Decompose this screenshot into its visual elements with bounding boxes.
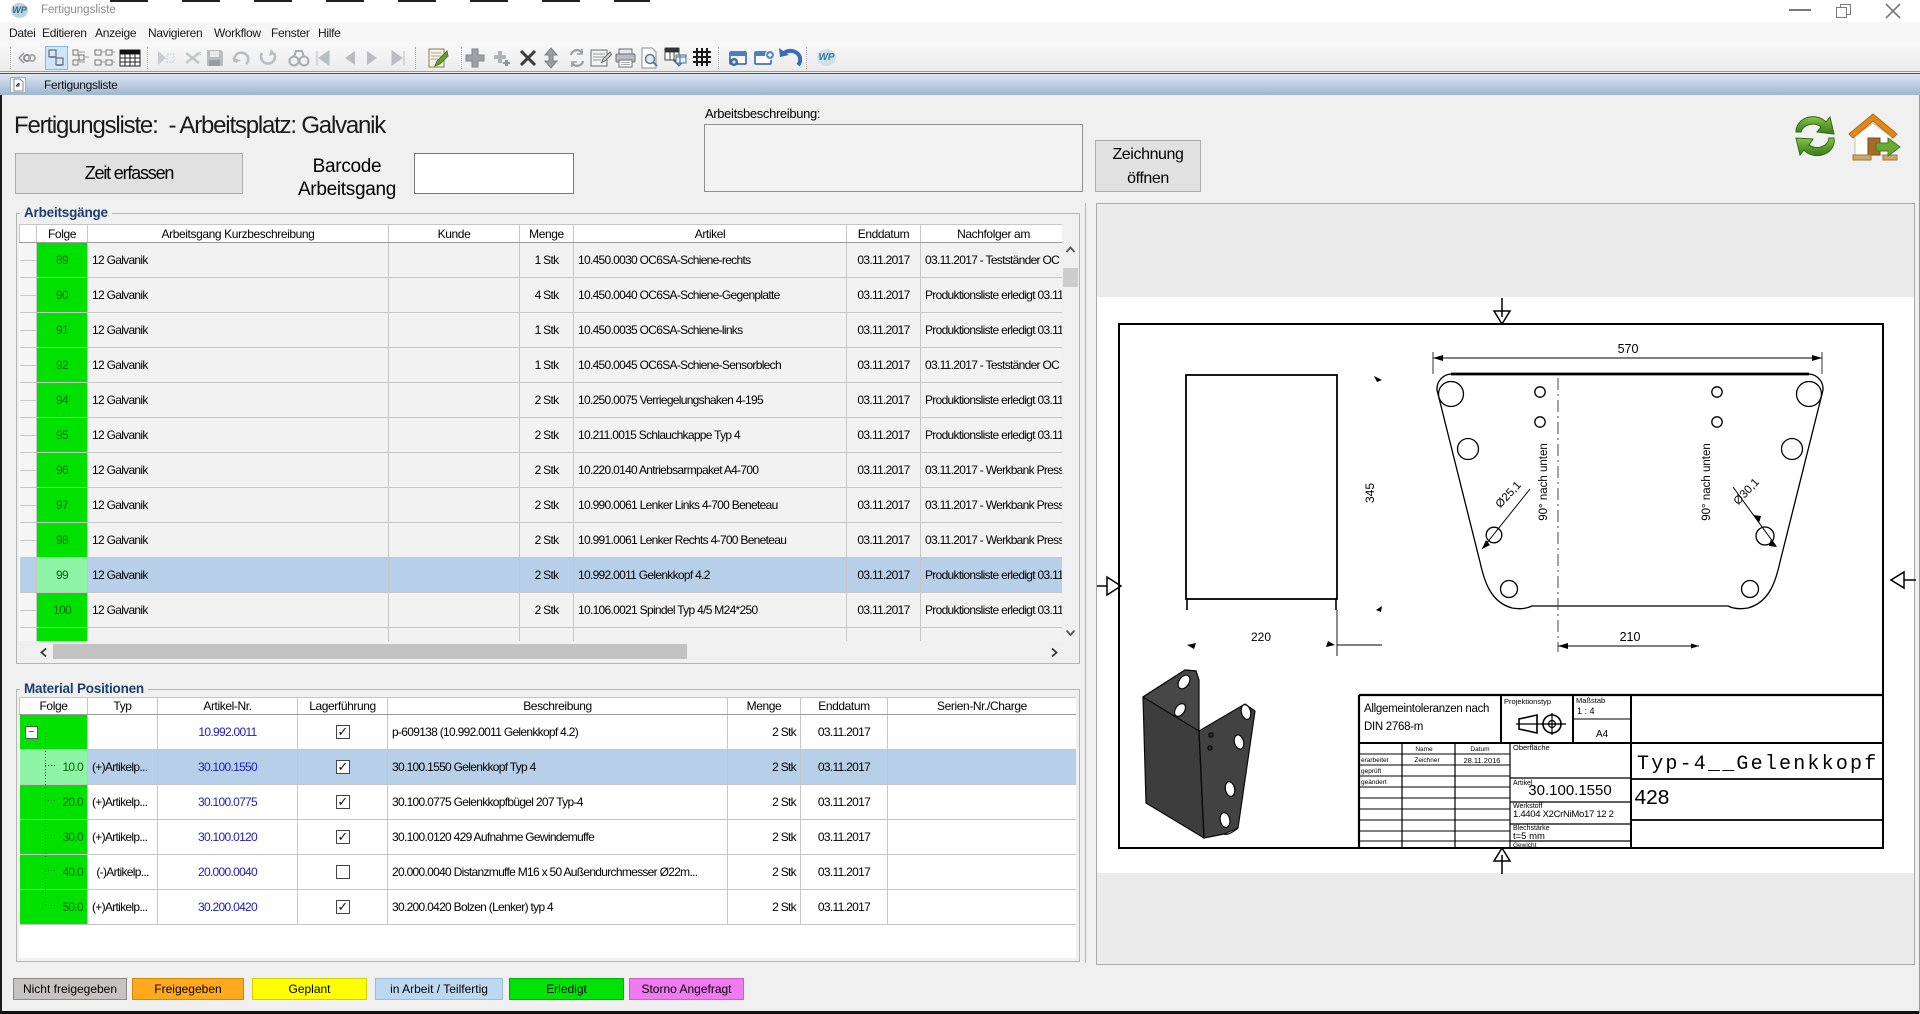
svg-text:Allgemeintoleranzen nach: Allgemeintoleranzen nach bbox=[1364, 703, 1489, 715]
svg-text:90° nach unten: 90° nach unten bbox=[1701, 443, 1713, 521]
svg-text:A4: A4 bbox=[1596, 729, 1609, 740]
svg-text:1.4404 X2CrNiMo17 12 2: 1.4404 X2CrNiMo17 12 2 bbox=[1513, 809, 1614, 820]
svg-text:Gewicht: Gewicht bbox=[1513, 842, 1537, 849]
svg-text:Oberfläche: Oberfläche bbox=[1513, 743, 1550, 752]
svg-text:Projektionstyp: Projektionstyp bbox=[1504, 697, 1551, 706]
svg-text:28.11.2016: 28.11.2016 bbox=[1464, 756, 1501, 765]
svg-text:1 : 4: 1 : 4 bbox=[1577, 706, 1595, 716]
svg-text:30.100.1550: 30.100.1550 bbox=[1528, 782, 1611, 799]
svg-text:428: 428 bbox=[1634, 788, 1669, 811]
svg-text:90° nach unten: 90° nach unten bbox=[1538, 443, 1550, 521]
svg-text:Datum: Datum bbox=[1470, 746, 1489, 753]
svg-text:210: 210 bbox=[1620, 630, 1641, 644]
svg-text:geprüft: geprüft bbox=[1361, 768, 1381, 775]
svg-text:t=5 mm: t=5 mm bbox=[1513, 831, 1545, 842]
svg-text:Zeichner: Zeichner bbox=[1414, 757, 1440, 764]
svg-text:345: 345 bbox=[1363, 483, 1377, 503]
svg-text:570: 570 bbox=[1618, 342, 1639, 356]
svg-text:DIN 2768-m: DIN 2768-m bbox=[1364, 721, 1423, 733]
svg-text:geändert: geändert bbox=[1361, 779, 1387, 786]
svg-text:erarbeitet: erarbeitet bbox=[1361, 757, 1389, 764]
svg-text:Typ-4__Gelenkkopf: Typ-4__Gelenkkopf bbox=[1637, 753, 1878, 776]
svg-text:220: 220 bbox=[1251, 630, 1271, 644]
svg-text:Maßstab: Maßstab bbox=[1576, 696, 1605, 705]
svg-text:Name: Name bbox=[1415, 746, 1433, 753]
